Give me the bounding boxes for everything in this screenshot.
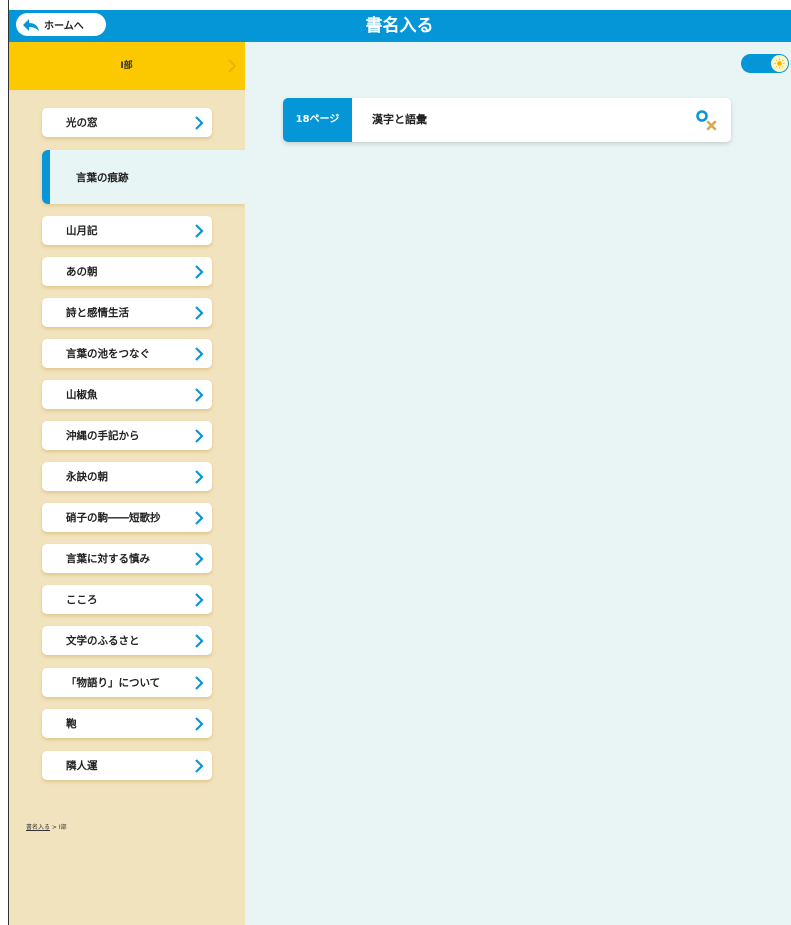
breadcrumb-link-book[interactable]: 書名入る	[26, 824, 50, 831]
sidebar-item-label: 言葉に対する慎み	[66, 553, 150, 565]
page-title: 書名入る	[365, 16, 434, 36]
sidebar-item-label: 光の窓	[66, 117, 98, 129]
sidebar-item-kotoba-no-konseki[interactable]: 言葉の痕跡	[42, 150, 245, 204]
window-left-border	[8, 0, 9, 925]
chevron-right-icon	[195, 388, 204, 402]
app-root: ホームへ 書名入る Ⅰ部 光の窓 言葉の痕跡 山月記 あの朝 詩と感情生活 言葉…	[0, 0, 791, 925]
sidebar-item-label: こころ	[66, 594, 98, 606]
section-label: Ⅰ部	[120, 61, 133, 71]
chevron-right-icon	[195, 676, 204, 690]
breadcrumb-separator: >	[50, 824, 59, 831]
sidebar-item-ano-asa[interactable]: あの朝	[42, 257, 212, 286]
chevron-right-icon	[195, 717, 204, 731]
sidebar-item-sanshouo[interactable]: 山椒魚	[42, 380, 212, 409]
section-header[interactable]: Ⅰ部	[8, 42, 245, 90]
home-button-label: ホームへ	[44, 21, 84, 32]
sidebar-item-garasu-no-koma[interactable]: 硝子の駒――短歌抄	[42, 503, 212, 532]
sidebar-item-label: 沖縄の手記から	[66, 430, 140, 442]
card-title: 漢字と語彙	[372, 113, 427, 126]
sidebar-item-label: あの朝	[66, 266, 98, 278]
breadcrumb: 書名入る > Ⅰ部	[26, 822, 67, 831]
sidebar-item-label: 隣人運	[66, 760, 98, 772]
app-header: ホームへ 書名入る	[8, 10, 791, 42]
search-clear-icon[interactable]	[695, 109, 717, 131]
sidebar-item-okinawa-no-shuki[interactable]: 沖縄の手記から	[42, 421, 212, 450]
sidebar-item-shi-to-kanjo-seikatsu[interactable]: 詩と感情生活	[42, 298, 212, 327]
main-panel: 18ページ 漢字と語彙	[245, 42, 791, 925]
sidebar-item-bungaku-no-furusato[interactable]: 文学のふるさと	[42, 626, 212, 655]
sidebar-item-monogatari-ni-tsuite[interactable]: 「物語り」について	[42, 668, 212, 697]
sidebar-item-kotoba-no-ike[interactable]: 言葉の池をつなぐ	[42, 339, 212, 368]
content-card[interactable]: 18ページ 漢字と語彙	[283, 98, 731, 142]
sidebar-item-label: 山椒魚	[66, 389, 98, 401]
chevron-right-icon	[195, 306, 204, 320]
sidebar-item-label: 文学のふるさと	[66, 635, 140, 647]
sidebar-item-kotoba-ni-taisuru-tsutsushimi[interactable]: 言葉に対する慎み	[42, 544, 212, 573]
sidebar-item-label: 言葉の池をつなぐ	[66, 348, 150, 360]
sidebar: Ⅰ部 光の窓 言葉の痕跡 山月記 あの朝 詩と感情生活 言葉の池をつなぐ 山椒魚…	[8, 42, 245, 925]
sidebar-item-label: 詩と感情生活	[66, 307, 129, 319]
sidebar-item-rinjin-un[interactable]: 隣人運	[42, 751, 212, 780]
sidebar-item-label: 硝子の駒――短歌抄	[66, 512, 161, 524]
theme-toggle[interactable]	[741, 54, 789, 73]
chevron-right-icon	[195, 429, 204, 443]
breadcrumb-current: Ⅰ部	[58, 824, 67, 831]
sidebar-item-label: 鞄	[66, 718, 77, 730]
chevron-right-icon	[195, 347, 204, 361]
sidebar-item-label: 言葉の痕跡	[76, 171, 129, 184]
sidebar-item-hikari-no-mado[interactable]: 光の窓	[42, 108, 212, 137]
chevron-right-icon	[195, 511, 204, 525]
chevron-right-icon	[195, 116, 204, 130]
chevron-right-icon	[195, 265, 204, 279]
sun-icon	[774, 58, 785, 69]
chevron-right-icon	[195, 759, 204, 773]
sidebar-item-label: 「物語り」について	[66, 677, 161, 689]
sidebar-item-kokoro[interactable]: こころ	[42, 585, 212, 614]
chevron-right-icon	[195, 470, 204, 484]
toggle-knob	[771, 55, 788, 72]
back-arrow-icon	[23, 18, 39, 31]
sidebar-item-label: 山月記	[66, 225, 98, 237]
chevron-right-icon	[195, 593, 204, 607]
chevron-right-icon	[195, 224, 204, 238]
sidebar-item-eiketsu-no-asa[interactable]: 永訣の朝	[42, 462, 212, 491]
chevron-right-icon	[228, 59, 237, 73]
page-badge: 18ページ	[283, 98, 352, 142]
home-button[interactable]: ホームへ	[16, 13, 106, 36]
sidebar-item-label: 永訣の朝	[66, 471, 108, 483]
chevron-right-icon	[195, 552, 204, 566]
sidebar-item-sangetsuki[interactable]: 山月記	[42, 216, 212, 245]
sidebar-item-kaban[interactable]: 鞄	[42, 709, 212, 738]
chevron-right-icon	[195, 634, 204, 648]
